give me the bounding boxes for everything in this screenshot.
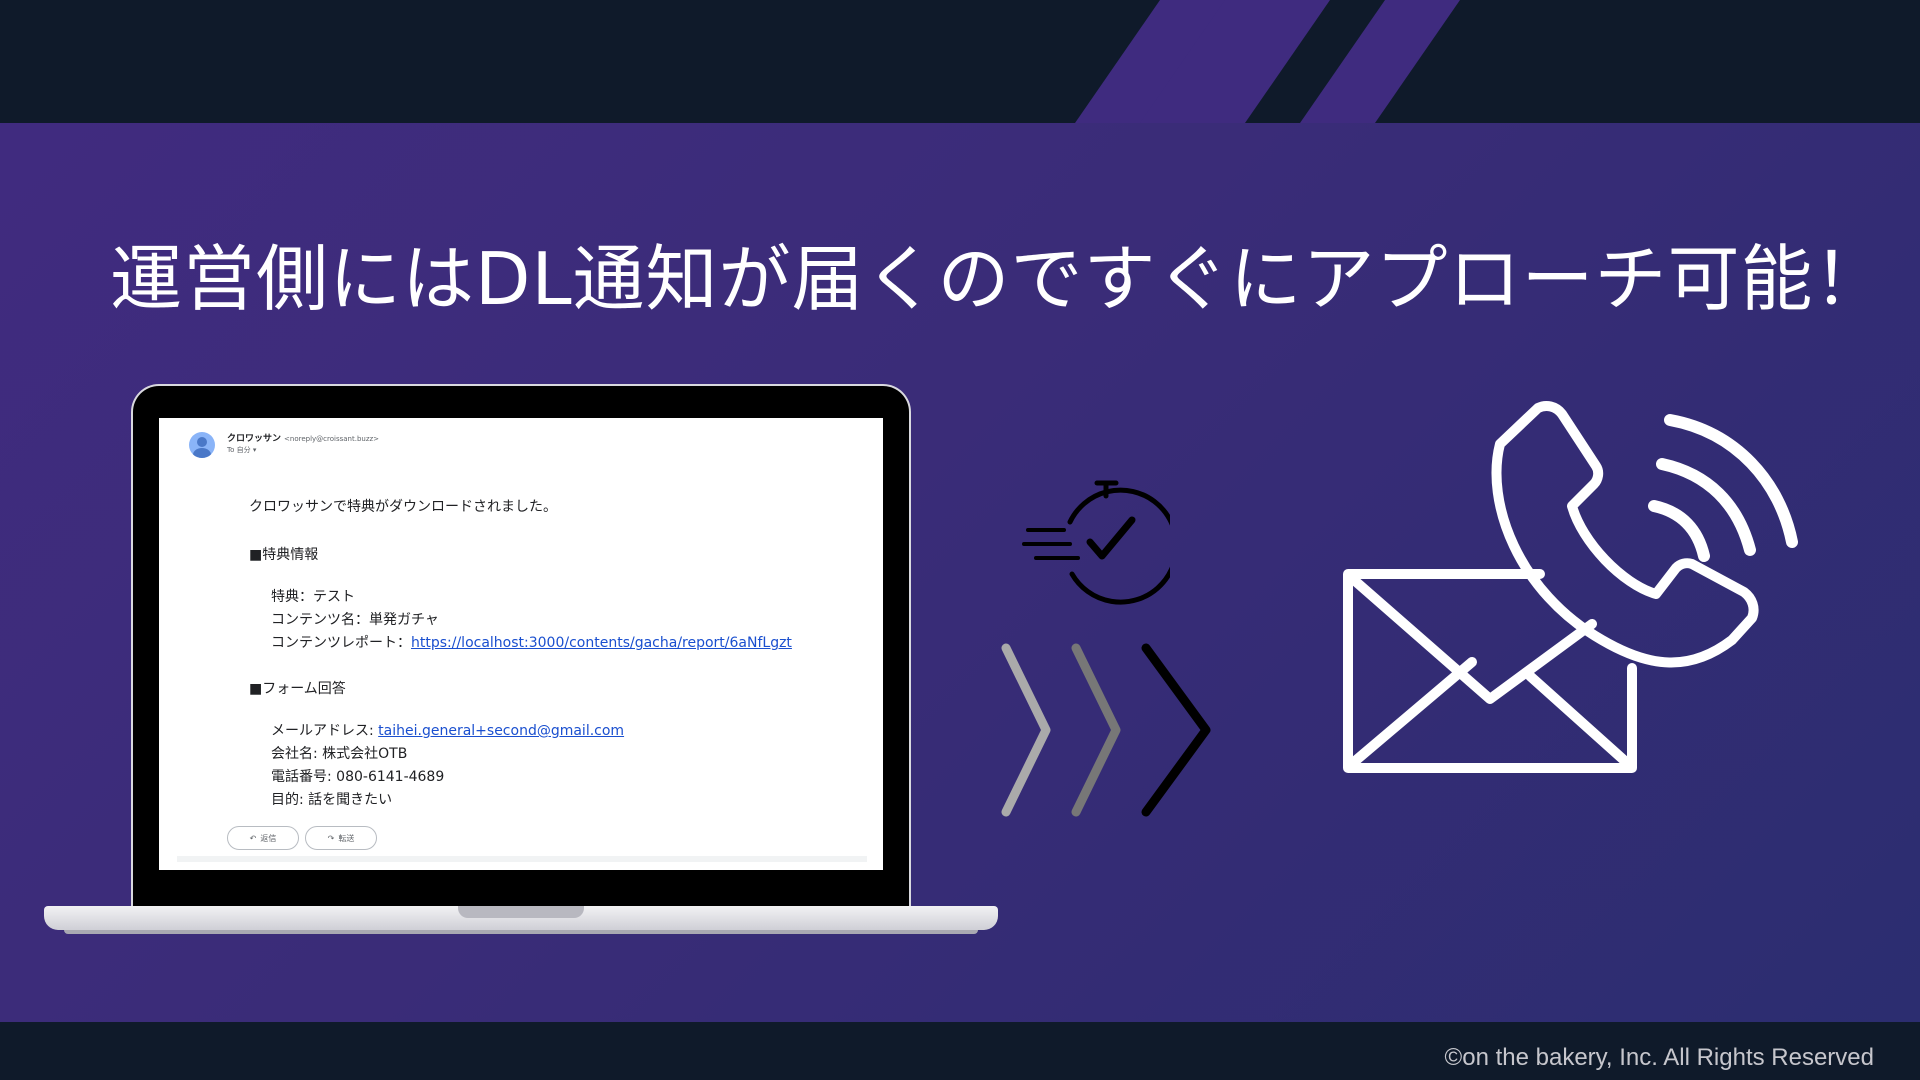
stopwatch-check-icon: [1022, 480, 1170, 605]
section-perk-heading: ■特典情報: [249, 547, 319, 563]
triple-chevron-right-icon: [1001, 643, 1211, 817]
sender-name: クロワッサン: [227, 434, 282, 444]
sender-address: <noreply@croissant.buzz>: [284, 435, 380, 443]
purpose-line: 目的: 話を聞きたい: [271, 792, 393, 808]
headline: 運営側にはDL通知が届くのですぐにアプローチ可能！: [110, 237, 1887, 321]
mail-phone-icon: [1343, 401, 1798, 773]
top-stripes: [1075, 0, 1460, 123]
email-message: クロワッサン <noreply@croissant.buzz> To 自分 ▾ ク…: [159, 418, 883, 870]
perk-line: 特典：テスト: [271, 589, 355, 605]
email-intro: クロワッサンで特典がダウンロードされました。: [249, 499, 557, 515]
laptop-notch: [458, 906, 584, 918]
report-line: コンテンツレポート：https://localhost:3000/content…: [271, 634, 792, 652]
reply-icon: ↶: [249, 833, 257, 843]
reply-button[interactable]: ↶ 返信: [227, 826, 299, 850]
report-label: コンテンツレポート：: [271, 635, 411, 651]
email-recipient[interactable]: To 自分 ▾: [227, 445, 256, 455]
slide: 運営側にはDL通知が届くのですぐにアプローチ可能！ クロワッサン <noreply…: [0, 0, 1920, 1080]
avatar: [189, 432, 215, 458]
forward-label: 転送: [338, 833, 355, 843]
email-address-label: メールアドレス:: [271, 723, 379, 739]
reply-label: 返信: [260, 833, 277, 843]
email-sender: クロワッサン <noreply@croissant.buzz>: [227, 431, 379, 444]
report-link[interactable]: https://localhost:3000/contents/gacha/re…: [411, 635, 792, 651]
content-name-line: コンテンツ名：単発ガチャ: [271, 612, 439, 628]
copyright-text: ©on the bakery, Inc. All Rights Reserved: [1444, 1044, 1874, 1071]
phone-line: 電話番号: 080-6141-4689: [271, 769, 445, 785]
forward-button[interactable]: ↷ 転送: [305, 826, 377, 850]
email-divider: [177, 856, 867, 862]
laptop-base-shadow: [64, 930, 978, 934]
email-address-link[interactable]: taihei.general+second@gmail.com: [378, 723, 624, 739]
forward-icon: ↷: [327, 833, 335, 843]
company-line: 会社名: 株式会社OTB: [271, 746, 408, 762]
email-address-line: メールアドレス: taihei.general+second@gmail.com: [271, 722, 624, 740]
laptop-screen: クロワッサン <noreply@croissant.buzz> To 自分 ▾ ク…: [159, 418, 883, 870]
laptop: クロワッサン <noreply@croissant.buzz> To 自分 ▾ ク…: [133, 386, 909, 908]
section-form-heading: ■フォーム回答: [249, 681, 346, 697]
